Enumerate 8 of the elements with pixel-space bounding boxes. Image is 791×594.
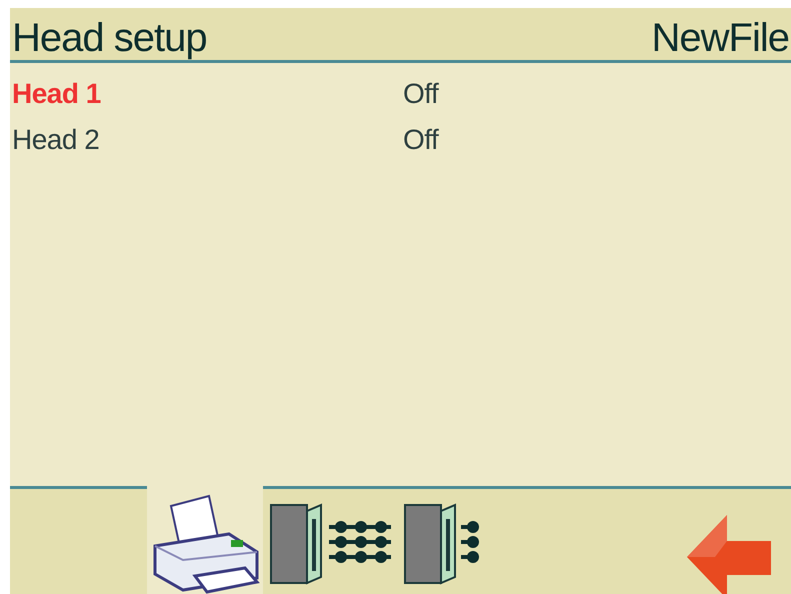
screen-title: Head setup bbox=[12, 16, 207, 60]
back-button[interactable] bbox=[667, 486, 791, 594]
printer-tab[interactable] bbox=[147, 486, 263, 594]
back-arrow-icon bbox=[687, 515, 771, 594]
head-row[interactable]: Head 1 Off bbox=[10, 71, 791, 117]
head-row[interactable]: Head 2 Off bbox=[10, 117, 791, 163]
print-head-icon bbox=[269, 503, 391, 585]
file-name: NewFile bbox=[652, 16, 790, 60]
